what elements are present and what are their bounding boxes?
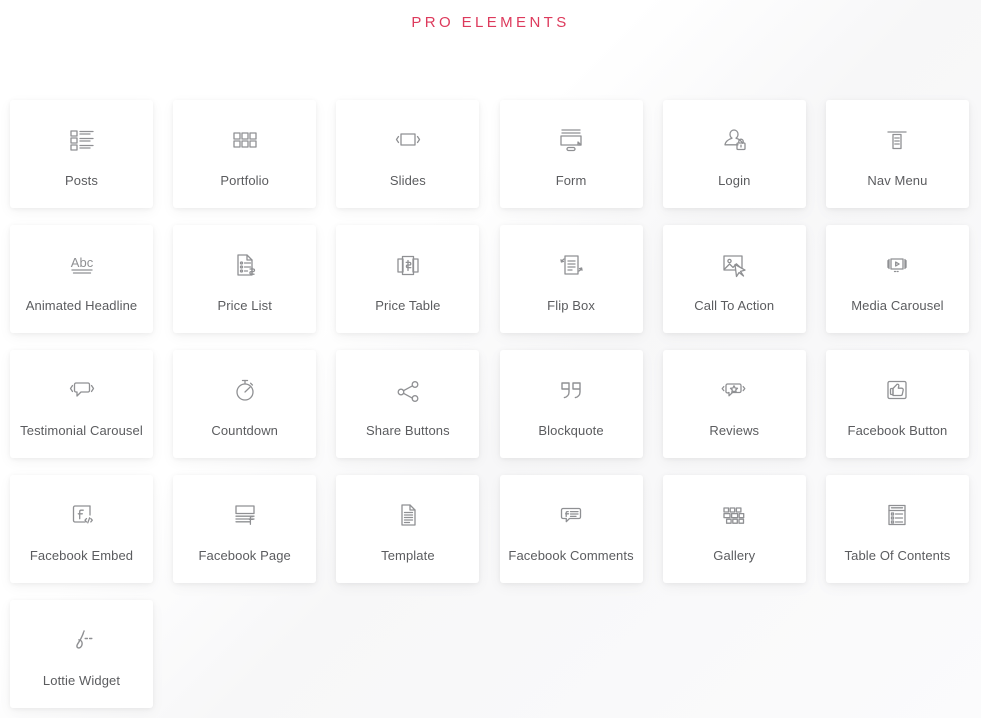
element-card-label: Posts: [64, 172, 98, 188]
element-card[interactable]: Form: [499, 100, 643, 208]
element-card[interactable]: Facebook Comments: [499, 475, 643, 583]
element-card[interactable]: Media Carousel: [825, 225, 969, 333]
element-card[interactable]: Blockquote: [499, 350, 643, 458]
element-card-label: Facebook Comments: [508, 547, 634, 563]
element-card[interactable]: Login: [662, 100, 806, 208]
media-carousel-play-icon: [877, 245, 917, 285]
element-card[interactable]: Lottie Widget: [10, 600, 153, 708]
facebook-embed-code-icon: [62, 495, 102, 535]
element-card-label: Facebook Embed: [29, 547, 134, 563]
login-user-lock-icon: [714, 120, 754, 160]
table-of-contents-icon: [877, 495, 917, 535]
portfolio-grid-icon: [225, 120, 265, 160]
element-card-label: Reviews: [709, 422, 760, 438]
element-card-label: Flip Box: [547, 297, 595, 313]
gallery-grid-icon: [714, 495, 754, 535]
element-card[interactable]: Countdown: [173, 350, 317, 458]
element-card-label: Nav Menu: [867, 172, 928, 188]
element-card[interactable]: Posts: [10, 100, 153, 208]
element-card-label: Slides: [389, 172, 426, 188]
element-card-label: Form: [555, 172, 587, 188]
element-card[interactable]: Call To Action: [662, 225, 806, 333]
element-card[interactable]: Table Of Contents: [825, 475, 969, 583]
facebook-comments-icon: [551, 495, 591, 535]
element-card[interactable]: Template: [336, 475, 480, 583]
share-nodes-icon: [388, 370, 428, 410]
element-card-label: Price List: [217, 297, 272, 313]
element-card[interactable]: Facebook Page: [173, 475, 317, 583]
element-card[interactable]: Reviews: [662, 350, 806, 458]
element-card-label: Facebook Button: [847, 422, 948, 438]
price-list-document-icon: [225, 245, 265, 285]
elements-grid: Posts Portfolio Slides Form Login Nav Menu Abc…: [10, 100, 969, 708]
template-document-icon: [388, 495, 428, 535]
countdown-stopwatch-icon: [225, 370, 265, 410]
element-card[interactable]: Flip Box: [499, 225, 643, 333]
flip-box-icon: [551, 245, 591, 285]
element-card-label: Animated Headline: [25, 297, 138, 313]
element-card[interactable]: Facebook Button: [825, 350, 969, 458]
element-card-label: Facebook Page: [198, 547, 291, 563]
svg-text:Abc: Abc: [70, 255, 93, 270]
testimonial-carousel-speech-icon: [62, 370, 102, 410]
animated-headline-abc-icon: Abc: [62, 245, 102, 285]
element-card-label: Template: [381, 547, 435, 563]
blockquote-quotes-icon: [551, 370, 591, 410]
element-card-label: Countdown: [211, 422, 279, 438]
element-card[interactable]: Share Buttons: [336, 350, 480, 458]
price-table-cards-icon: [388, 245, 428, 285]
element-card[interactable]: Slides: [336, 100, 480, 208]
element-card[interactable]: Nav Menu: [825, 100, 969, 208]
element-card-label: Portfolio: [220, 172, 269, 188]
posts-list-icon: [62, 120, 102, 160]
facebook-page-icon: [225, 495, 265, 535]
element-card-label: Blockquote: [538, 422, 604, 438]
element-card[interactable]: Price List: [173, 225, 317, 333]
element-card[interactable]: Portfolio: [173, 100, 317, 208]
element-card-label: Share Buttons: [366, 422, 450, 438]
element-card-label: Table Of Contents: [844, 547, 951, 563]
facebook-thumbs-up-icon: [877, 370, 917, 410]
element-card[interactable]: Facebook Embed: [10, 475, 153, 583]
element-card[interactable]: Testimonial Carousel: [10, 350, 153, 458]
element-card-label: Lottie Widget: [42, 672, 121, 688]
element-card-label: Login: [718, 172, 751, 188]
element-card[interactable]: Abc Animated Headline: [10, 225, 153, 333]
lottie-animation-icon: [62, 620, 102, 660]
call-to-action-image-cursor-icon: [714, 245, 754, 285]
element-card[interactable]: Price Table: [336, 225, 480, 333]
element-card-label: Call To Action: [694, 297, 775, 313]
page-title: PRO ELEMENTS: [411, 14, 570, 31]
form-screen-icon: [551, 120, 591, 160]
pro-elements-page: PRO ELEMENTS Posts Portfolio Slides Form Log…: [0, 0, 981, 718]
slides-carousel-icon: [388, 120, 428, 160]
element-card-label: Gallery: [713, 547, 756, 563]
element-card-label: Media Carousel: [851, 297, 944, 313]
element-card-label: Testimonial Carousel: [20, 422, 143, 438]
nav-menu-icon: [877, 120, 917, 160]
element-card-label: Price Table: [375, 297, 441, 313]
reviews-star-speech-icon: [714, 370, 754, 410]
element-card[interactable]: Gallery: [662, 475, 806, 583]
